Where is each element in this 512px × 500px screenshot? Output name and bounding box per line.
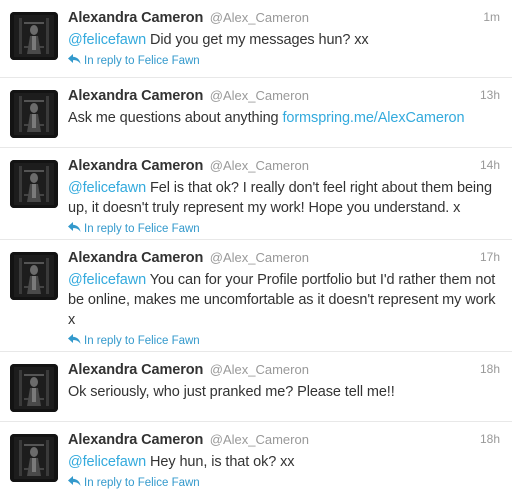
tweet-item[interactable]: Alexandra Cameron @Alex_Cameron 18h Ok s… [0, 352, 512, 422]
avatar[interactable] [10, 90, 58, 138]
username[interactable]: @Alex_Cameron [210, 250, 309, 265]
reply-arrow-icon [68, 54, 81, 65]
username[interactable]: @Alex_Cameron [210, 10, 309, 25]
avatar[interactable] [10, 434, 58, 482]
in-reply-to-link[interactable]: In reply to Felice Fawn [68, 333, 502, 349]
reply-arrow-icon [68, 476, 81, 487]
in-reply-to-link[interactable]: In reply to Felice Fawn [68, 53, 502, 69]
timestamp[interactable]: 18h [480, 362, 500, 376]
tweet-body: Ok seriously, who just pranked me? Pleas… [68, 384, 395, 400]
in-reply-to-label: In reply to Felice Fawn [84, 335, 200, 347]
avatar[interactable] [10, 364, 58, 412]
timestamp[interactable]: 18h [480, 432, 500, 446]
mention-link[interactable]: @felicefawn [68, 272, 146, 288]
in-reply-to-label: In reply to Felice Fawn [84, 55, 200, 67]
timestamp[interactable]: 17h [480, 250, 500, 264]
timestamp[interactable]: 14h [480, 158, 500, 172]
username[interactable]: @Alex_Cameron [210, 158, 309, 173]
fullname[interactable]: Alexandra Cameron [68, 250, 203, 266]
reply-arrow-icon [68, 222, 81, 233]
in-reply-to-link[interactable]: In reply to Felice Fawn [68, 221, 502, 237]
tweet-header: Alexandra Cameron @Alex_Cameron 14h [68, 157, 502, 178]
in-reply-to-link[interactable]: In reply to Felice Fawn [68, 475, 502, 491]
tweet-header: Alexandra Cameron @Alex_Cameron 18h [68, 361, 502, 382]
in-reply-to-label: In reply to Felice Fawn [84, 223, 200, 235]
avatar-photo [10, 252, 58, 300]
avatar[interactable] [10, 12, 58, 60]
username[interactable]: @Alex_Cameron [210, 88, 309, 103]
avatar-photo [10, 12, 58, 60]
url-link[interactable]: formspring.me/AlexCameron [282, 110, 464, 126]
reply-arrow-icon [68, 334, 81, 345]
tweet-item[interactable]: Alexandra Cameron @Alex_Cameron 17h @fel… [0, 240, 512, 352]
tweet-text: Ask me questions about anything formspri… [68, 108, 502, 128]
tweet-text: Ok seriously, who just pranked me? Pleas… [68, 382, 502, 402]
avatar-photo [10, 160, 58, 208]
tweet-header: Alexandra Cameron @Alex_Cameron 17h [68, 249, 502, 270]
mention-link[interactable]: @felicefawn [68, 32, 146, 48]
tweet-header: Alexandra Cameron @Alex_Cameron 1m [68, 9, 502, 30]
fullname[interactable]: Alexandra Cameron [68, 88, 203, 104]
tweet-item[interactable]: Alexandra Cameron @Alex_Cameron 1m @feli… [0, 0, 512, 78]
fullname[interactable]: Alexandra Cameron [68, 362, 203, 378]
avatar-photo [10, 90, 58, 138]
tweet-stream: Alexandra Cameron @Alex_Cameron 1m @feli… [0, 0, 512, 500]
avatar-photo [10, 364, 58, 412]
tweet-header: Alexandra Cameron @Alex_Cameron 18h [68, 431, 502, 452]
avatar[interactable] [10, 160, 58, 208]
tweet-header: Alexandra Cameron @Alex_Cameron 13h [68, 87, 502, 108]
username[interactable]: @Alex_Cameron [210, 432, 309, 447]
tweet-body: Did you get my messages hun? xx [146, 32, 369, 48]
tweet-body: Ask me questions about anything [68, 110, 283, 126]
tweet-text: @felicefawn You can for your Profile por… [68, 270, 502, 330]
fullname[interactable]: Alexandra Cameron [68, 432, 203, 448]
avatar[interactable] [10, 252, 58, 300]
in-reply-to-label: In reply to Felice Fawn [84, 477, 200, 489]
username[interactable]: @Alex_Cameron [210, 362, 309, 377]
tweet-item[interactable]: Alexandra Cameron @Alex_Cameron 14h @fel… [0, 148, 512, 240]
timestamp[interactable]: 13h [480, 88, 500, 102]
tweet-item[interactable]: Alexandra Cameron @Alex_Cameron 13h Ask … [0, 78, 512, 148]
tweet-text: @felicefawn Fel is that ok? I really don… [68, 178, 502, 218]
timestamp[interactable]: 1m [483, 10, 500, 24]
mention-link[interactable]: @felicefawn [68, 180, 146, 196]
avatar-photo [10, 434, 58, 482]
tweet-text: @felicefawn Hey hun, is that ok? xx [68, 452, 502, 472]
mention-link[interactable]: @felicefawn [68, 454, 146, 470]
fullname[interactable]: Alexandra Cameron [68, 10, 203, 26]
tweet-text: @felicefawn Did you get my messages hun?… [68, 30, 502, 50]
tweet-item[interactable]: Alexandra Cameron @Alex_Cameron 18h @fel… [0, 422, 512, 500]
fullname[interactable]: Alexandra Cameron [68, 158, 203, 174]
tweet-body: Hey hun, is that ok? xx [146, 454, 295, 470]
